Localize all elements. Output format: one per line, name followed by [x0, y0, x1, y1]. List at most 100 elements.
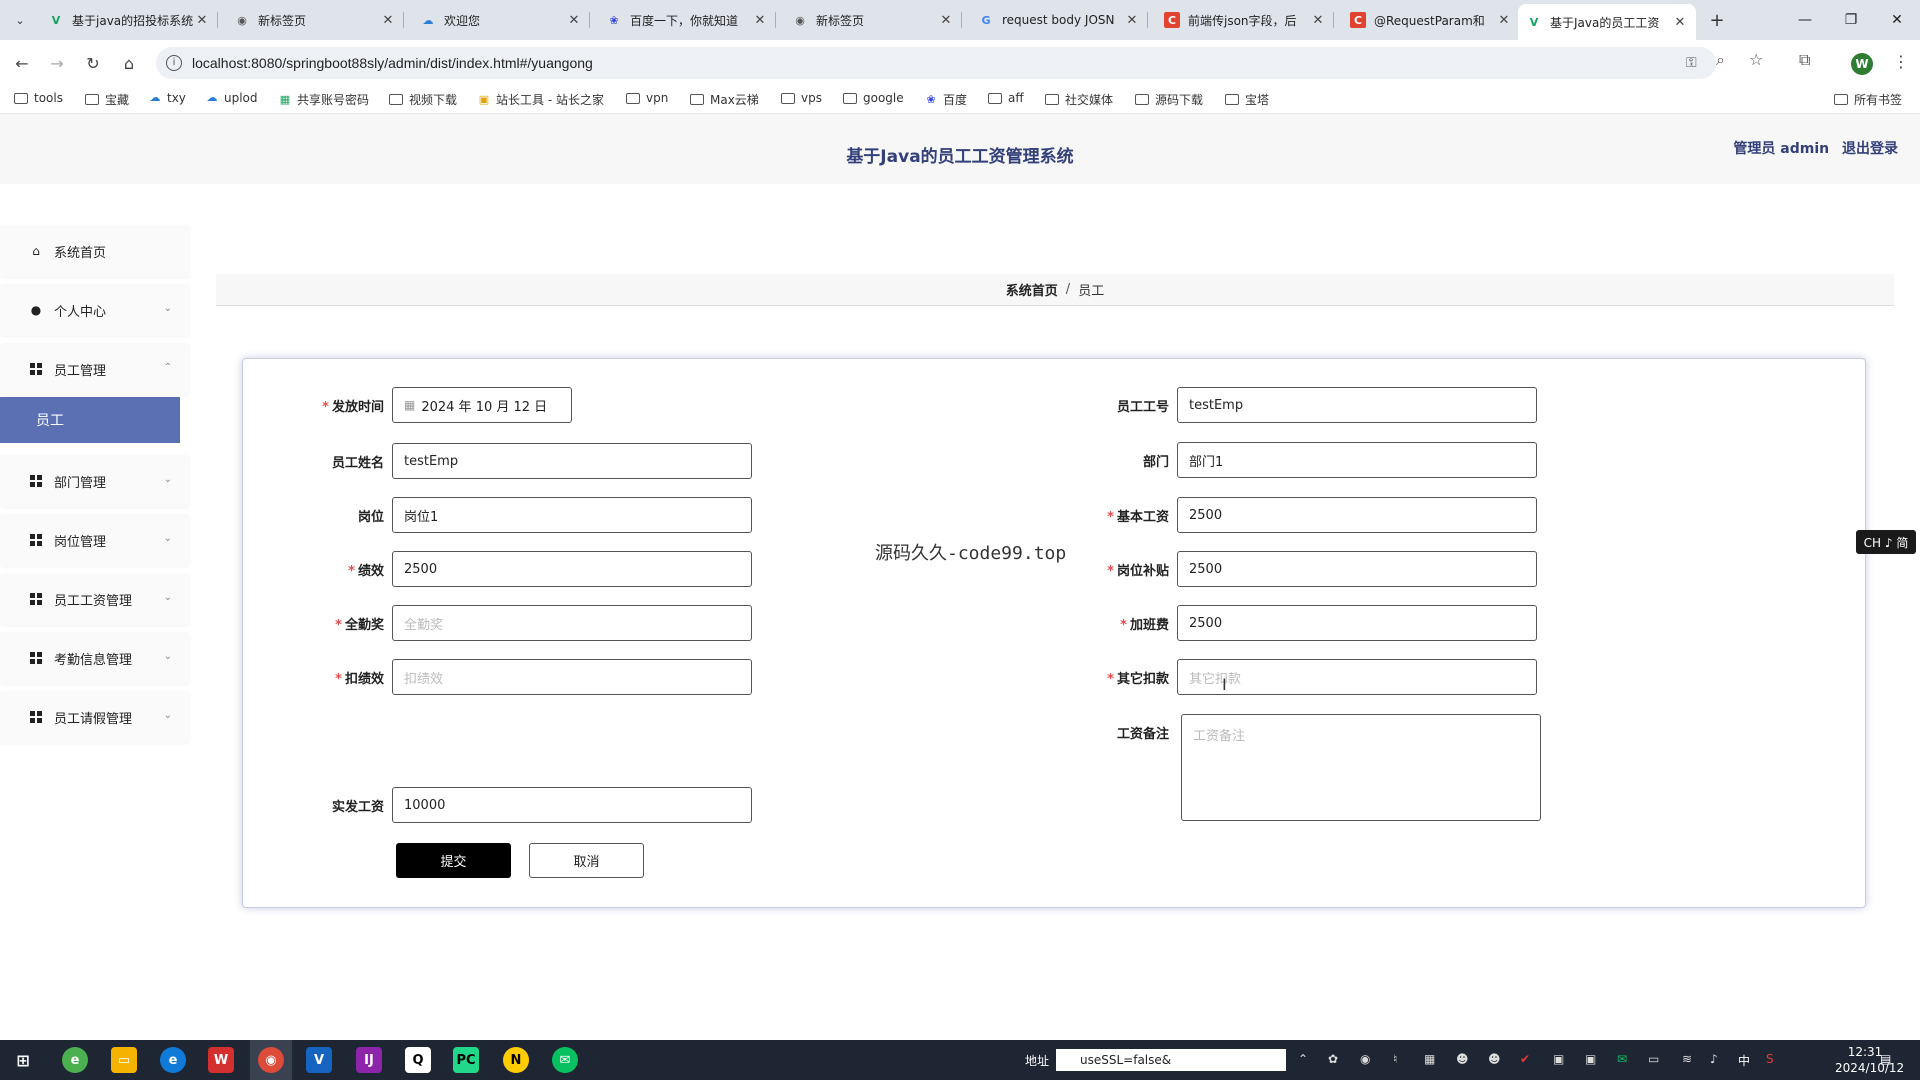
tray-app-icon[interactable]: ▣ — [1585, 1052, 1596, 1066]
browser-tab[interactable]: ❀ 百度一下，你就知道 ✕ — [598, 4, 776, 36]
browser-tab[interactable]: V 基于java的招投标系统 ✕ — [40, 4, 218, 36]
attendance-bonus-input[interactable]: 全勤奖 — [392, 605, 752, 641]
browser-tab[interactable]: ☁ 欢迎您 ✕ — [412, 4, 590, 36]
browser-tab[interactable]: ◉ 新标签页 ✕ — [226, 4, 404, 36]
back-button[interactable]: ← — [9, 50, 35, 76]
bookmark-folder[interactable]: 宝塔 — [1225, 91, 1269, 108]
ime-indicator[interactable]: CH ♪ 简 — [1856, 530, 1916, 554]
close-icon[interactable]: ✕ — [938, 13, 954, 28]
tray-app-icon[interactable]: ☻ — [1488, 1052, 1501, 1066]
taskbar-address-input[interactable]: useSSL=false& — [1056, 1049, 1286, 1071]
overtime-input[interactable]: 2500 — [1177, 605, 1537, 641]
notification-icon[interactable]: ▤ — [1880, 1052, 1891, 1066]
bookmark-link[interactable]: ❀ 百度 — [924, 91, 967, 108]
bookmark-folder[interactable]: vpn — [626, 91, 668, 105]
tray-app-icon[interactable]: ▣ — [1553, 1052, 1564, 1066]
forward-button[interactable]: → — [44, 50, 70, 76]
bookmark-link[interactable]: ▦ 共享账号密码 — [278, 91, 369, 108]
star-icon[interactable]: ☆ — [1749, 50, 1763, 69]
post-input[interactable]: 岗位1 — [392, 497, 752, 533]
close-icon[interactable]: ✕ — [566, 13, 582, 28]
close-icon[interactable]: ✕ — [1496, 13, 1512, 28]
close-icon[interactable]: ✕ — [1672, 15, 1688, 30]
sidebar-item-department[interactable]: 部门管理 ⌄ — [0, 455, 190, 507]
new-tab-button[interactable]: + — [1705, 8, 1729, 32]
submit-button[interactable]: 提交 — [396, 843, 511, 878]
key-icon[interactable]: ⚿ — [1686, 55, 1697, 71]
intellij-icon[interactable]: IJ — [356, 1047, 382, 1073]
wechat-icon[interactable]: ✉ — [552, 1047, 578, 1073]
bookmark-folder[interactable]: 源码下载 — [1135, 91, 1203, 108]
emp-no-input[interactable]: testEmp — [1177, 387, 1537, 423]
qq-icon[interactable]: Q — [405, 1047, 431, 1073]
close-window-button[interactable]: ✕ — [1874, 0, 1920, 40]
sidebar-item-profile[interactable]: ● 个人中心 ⌄ — [0, 284, 190, 336]
chevron-up-icon[interactable]: ⌃ — [1298, 1052, 1308, 1066]
sidebar-item-home[interactable]: ⌂ 系统首页 — [0, 225, 190, 277]
close-icon[interactable]: ✕ — [1124, 13, 1140, 28]
navicat-icon[interactable]: N — [503, 1047, 529, 1073]
sidebar-item-attendance[interactable]: 考勤信息管理 ⌄ — [0, 632, 190, 684]
speaker-icon[interactable]: ♪ — [1710, 1052, 1718, 1066]
issue-date-picker[interactable]: ▦ 2024 年 10 月 12 日 — [392, 387, 572, 423]
bookmark-link[interactable]: ☁ txy — [148, 91, 186, 105]
base-salary-input[interactable]: 2500 — [1177, 497, 1537, 533]
sogou-icon[interactable]: S — [1766, 1052, 1774, 1066]
close-icon[interactable]: ✕ — [752, 13, 768, 28]
edge-icon[interactable]: e — [160, 1047, 186, 1073]
sidebar-item-salary[interactable]: 员工工资管理 ⌄ — [0, 573, 190, 625]
browser-tab[interactable]: ◉ 新标签页 ✕ — [784, 4, 962, 36]
url-text[interactable]: localhost:8080/springboot88sly/admin/dis… — [192, 55, 593, 71]
sidebar-subitem-employee[interactable]: 员工 — [0, 397, 180, 443]
reload-button[interactable]: ↻ — [80, 50, 106, 76]
tray-app-icon[interactable]: ☻ — [1456, 1052, 1469, 1066]
close-icon[interactable]: ✕ — [380, 13, 396, 28]
logout-link[interactable]: 退出登录 — [1842, 141, 1898, 157]
sidebar-item-post[interactable]: 岗位管理 ⌄ — [0, 514, 190, 566]
breadcrumb-home[interactable]: 系统首页 — [1006, 280, 1058, 299]
bookmark-folder[interactable]: tools — [14, 91, 63, 105]
dept-input[interactable]: 部门1 — [1177, 442, 1537, 478]
bookmark-link[interactable]: ☁ uplod — [205, 91, 258, 105]
bookmark-folder[interactable]: 社交媒体 — [1045, 91, 1113, 108]
bookmark-folder[interactable]: 宝藏 — [85, 91, 129, 108]
all-bookmarks[interactable]: 所有书签 — [1834, 91, 1902, 108]
sidebar-item-leave[interactable]: 员工请假管理 ⌄ — [0, 691, 190, 743]
pycharm-icon[interactable]: PC — [453, 1047, 479, 1073]
browser-tab[interactable]: G request body JOSN ✕ — [970, 4, 1148, 36]
bookmark-folder[interactable]: aff — [988, 91, 1024, 105]
address-bar[interactable]: i localhost:8080/springboot88sly/admin/d… — [156, 47, 1716, 79]
info-icon[interactable]: i — [166, 55, 182, 71]
bookmark-folder[interactable]: Max云梯 — [690, 91, 759, 108]
browser-tab[interactable]: C @RequestParam和 ✕ — [1342, 4, 1520, 36]
sidebar-item-employee-mgmt[interactable]: 员工管理 ⌃ — [0, 343, 190, 395]
wps-icon[interactable]: W — [208, 1047, 234, 1073]
battery-icon[interactable]: ▭ — [1648, 1052, 1659, 1066]
browser-tab-active[interactable]: V 基于Java的员工工资 ✕ — [1518, 4, 1696, 40]
chrome-icon[interactable]: ◉ — [258, 1047, 284, 1073]
menu-icon[interactable]: ⋮ — [1893, 52, 1909, 71]
tray-app-icon[interactable]: ✿ — [1328, 1052, 1338, 1066]
bookmark-folder[interactable]: 视频下载 — [389, 91, 457, 108]
post-allowance-input[interactable]: 2500 — [1177, 551, 1537, 587]
tray-app-icon[interactable]: ◉ — [1360, 1052, 1370, 1066]
tray-app-icon[interactable]: ✔ — [1520, 1052, 1530, 1066]
input-language[interactable]: 中 — [1738, 1052, 1750, 1069]
file-explorer-icon[interactable]: ▭ — [111, 1047, 137, 1073]
zoom-icon[interactable]: ⌕ — [1716, 50, 1725, 70]
wechat-tray-icon[interactable]: ✉ — [1617, 1052, 1627, 1066]
microphone-icon[interactable]: ♮ — [1393, 1052, 1397, 1066]
windows-start-icon[interactable]: ⊞ — [10, 1047, 36, 1073]
restore-button[interactable]: ❐ — [1828, 0, 1874, 40]
minimize-button[interactable]: — — [1782, 0, 1828, 40]
browser-tab[interactable]: C 前端传json字段，后 ✕ — [1156, 4, 1334, 36]
tray-app-icon[interactable]: ▦ — [1424, 1052, 1435, 1066]
other-deduct-input[interactable]: 其它扣款 — [1177, 659, 1537, 695]
remark-textarea[interactable]: 工资备注 — [1181, 714, 1541, 821]
bookmark-folder[interactable]: google — [843, 91, 904, 105]
close-icon[interactable]: ✕ — [1310, 13, 1326, 28]
wifi-icon[interactable]: ≋ — [1682, 1052, 1692, 1066]
perf-deduct-input[interactable]: 扣绩效 — [392, 659, 752, 695]
home-button[interactable]: ⌂ — [116, 50, 142, 76]
vscode-icon[interactable]: V — [306, 1047, 332, 1073]
